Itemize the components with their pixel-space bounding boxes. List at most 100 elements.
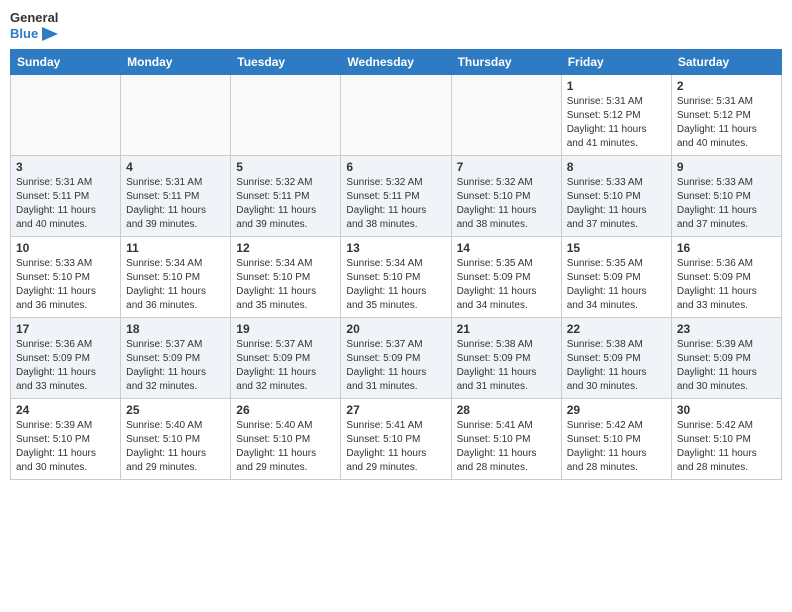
day-info: Sunrise: 5:35 AM Sunset: 5:09 PM Dayligh… xyxy=(567,257,666,313)
day-number: 4 xyxy=(126,160,225,174)
calendar-week-row: 17 Sunrise: 5:36 AM Sunset: 5:09 PM Dayli… xyxy=(11,318,782,399)
day-info: Sunrise: 5:34 AM Sunset: 5:10 PM Dayligh… xyxy=(346,257,445,313)
day-info: Sunrise: 5:39 AM Sunset: 5:09 PM Dayligh… xyxy=(677,338,776,394)
calendar-day-cell: 7 Sunrise: 5:32 AM Sunset: 5:10 PM Daylig… xyxy=(451,156,561,237)
calendar-day-cell xyxy=(451,75,561,156)
day-info: Sunrise: 5:33 AM Sunset: 5:10 PM Dayligh… xyxy=(16,257,115,313)
day-info: Sunrise: 5:38 AM Sunset: 5:09 PM Dayligh… xyxy=(567,338,666,394)
day-info: Sunrise: 5:40 AM Sunset: 5:10 PM Dayligh… xyxy=(126,419,225,475)
calendar-day-cell: 28Sunrise: 5:41 AM Sunset: 5:10 PM Dayli… xyxy=(451,399,561,480)
calendar-day-cell: 26Sunrise: 5:40 AM Sunset: 5:10 PM Dayli… xyxy=(231,399,341,480)
day-number: 6 xyxy=(346,160,445,174)
day-info: Sunrise: 5:36 AM Sunset: 5:09 PM Dayligh… xyxy=(677,257,776,313)
col-header-wednesday: Wednesday xyxy=(341,50,451,75)
day-info: Sunrise: 5:31 AM Sunset: 5:11 PM Dayligh… xyxy=(16,176,115,232)
day-info: Sunrise: 5:32 AM Sunset: 5:11 PM Dayligh… xyxy=(236,176,335,232)
calendar-day-cell: 14 Sunrise: 5:35 AM Sunset: 5:09 PM Dayli… xyxy=(451,237,561,318)
day-number: 28 xyxy=(457,403,556,417)
day-number: 29 xyxy=(567,403,666,417)
calendar-day-cell xyxy=(11,75,121,156)
calendar-day-cell: 24Sunrise: 5:39 AM Sunset: 5:10 PM Dayli… xyxy=(11,399,121,480)
calendar-day-cell: 16 Sunrise: 5:36 AM Sunset: 5:09 PM Dayli… xyxy=(671,237,781,318)
day-number: 25 xyxy=(126,403,225,417)
calendar-day-cell: 6 Sunrise: 5:32 AM Sunset: 5:11 PM Daylig… xyxy=(341,156,451,237)
calendar-day-cell: 27Sunrise: 5:41 AM Sunset: 5:10 PM Dayli… xyxy=(341,399,451,480)
calendar-day-cell: 9 Sunrise: 5:33 AM Sunset: 5:10 PM Daylig… xyxy=(671,156,781,237)
calendar-day-cell: 10Sunrise: 5:33 AM Sunset: 5:10 PM Dayli… xyxy=(11,237,121,318)
day-number: 11 xyxy=(126,241,225,255)
calendar-day-cell: 3Sunrise: 5:31 AM Sunset: 5:11 PM Daylig… xyxy=(11,156,121,237)
day-number: 27 xyxy=(346,403,445,417)
day-info: Sunrise: 5:36 AM Sunset: 5:09 PM Dayligh… xyxy=(16,338,115,394)
day-number: 13 xyxy=(346,241,445,255)
day-info: Sunrise: 5:34 AM Sunset: 5:10 PM Dayligh… xyxy=(126,257,225,313)
day-number: 17 xyxy=(16,322,115,336)
day-number: 8 xyxy=(567,160,666,174)
day-info: Sunrise: 5:35 AM Sunset: 5:09 PM Dayligh… xyxy=(457,257,556,313)
calendar-day-cell: 1 Sunrise: 5:31 AM Sunset: 5:12 PM Daylig… xyxy=(561,75,671,156)
day-info: Sunrise: 5:31 AM Sunset: 5:12 PM Dayligh… xyxy=(677,95,776,151)
calendar-day-cell: 25 Sunrise: 5:40 AM Sunset: 5:10 PM Dayli… xyxy=(121,399,231,480)
day-number: 15 xyxy=(567,241,666,255)
day-number: 16 xyxy=(677,241,776,255)
day-number: 14 xyxy=(457,241,556,255)
calendar-day-cell xyxy=(121,75,231,156)
day-info: Sunrise: 5:31 AM Sunset: 5:12 PM Dayligh… xyxy=(567,95,666,151)
day-number: 19 xyxy=(236,322,335,336)
day-info: Sunrise: 5:32 AM Sunset: 5:10 PM Dayligh… xyxy=(457,176,556,232)
calendar-day-cell: 13 Sunrise: 5:34 AM Sunset: 5:10 PM Dayli… xyxy=(341,237,451,318)
day-number: 1 xyxy=(567,79,666,93)
calendar-day-cell xyxy=(231,75,341,156)
day-info: Sunrise: 5:34 AM Sunset: 5:10 PM Dayligh… xyxy=(236,257,335,313)
calendar-day-cell: 4 Sunrise: 5:31 AM Sunset: 5:11 PM Daylig… xyxy=(121,156,231,237)
calendar-day-cell: 5 Sunrise: 5:32 AM Sunset: 5:11 PM Daylig… xyxy=(231,156,341,237)
day-info: Sunrise: 5:33 AM Sunset: 5:10 PM Dayligh… xyxy=(567,176,666,232)
calendar-day-cell: 29 Sunrise: 5:42 AM Sunset: 5:10 PM Dayli… xyxy=(561,399,671,480)
calendar-week-row: 3Sunrise: 5:31 AM Sunset: 5:11 PM Daylig… xyxy=(11,156,782,237)
calendar-day-cell: 17 Sunrise: 5:36 AM Sunset: 5:09 PM Dayli… xyxy=(11,318,121,399)
day-info: Sunrise: 5:37 AM Sunset: 5:09 PM Dayligh… xyxy=(236,338,335,394)
day-number: 20 xyxy=(346,322,445,336)
calendar-day-cell: 8 Sunrise: 5:33 AM Sunset: 5:10 PM Daylig… xyxy=(561,156,671,237)
day-info: Sunrise: 5:33 AM Sunset: 5:10 PM Dayligh… xyxy=(677,176,776,232)
logo: General Blue xyxy=(10,10,58,41)
day-info: Sunrise: 5:42 AM Sunset: 5:10 PM Dayligh… xyxy=(677,419,776,475)
day-number: 5 xyxy=(236,160,335,174)
day-info: Sunrise: 5:31 AM Sunset: 5:11 PM Dayligh… xyxy=(126,176,225,232)
day-number: 21 xyxy=(457,322,556,336)
calendar-day-cell: 21 Sunrise: 5:38 AM Sunset: 5:09 PM Dayli… xyxy=(451,318,561,399)
calendar-day-cell: 19 Sunrise: 5:37 AM Sunset: 5:09 PM Dayli… xyxy=(231,318,341,399)
logo-blue: Blue xyxy=(10,26,58,42)
calendar-day-cell: 15 Sunrise: 5:35 AM Sunset: 5:09 PM Dayli… xyxy=(561,237,671,318)
calendar-week-row: 1 Sunrise: 5:31 AM Sunset: 5:12 PM Daylig… xyxy=(11,75,782,156)
calendar-week-row: 10Sunrise: 5:33 AM Sunset: 5:10 PM Dayli… xyxy=(11,237,782,318)
page-header: General Blue xyxy=(10,10,782,41)
calendar-day-cell: 2 Sunrise: 5:31 AM Sunset: 5:12 PM Daylig… xyxy=(671,75,781,156)
calendar-day-cell: 18Sunrise: 5:37 AM Sunset: 5:09 PM Dayli… xyxy=(121,318,231,399)
col-header-thursday: Thursday xyxy=(451,50,561,75)
logo-triangle-icon xyxy=(42,27,58,41)
day-number: 26 xyxy=(236,403,335,417)
day-number: 18 xyxy=(126,322,225,336)
col-header-tuesday: Tuesday xyxy=(231,50,341,75)
calendar-day-cell: 23Sunrise: 5:39 AM Sunset: 5:09 PM Dayli… xyxy=(671,318,781,399)
day-number: 30 xyxy=(677,403,776,417)
calendar-day-cell: 12 Sunrise: 5:34 AM Sunset: 5:10 PM Dayli… xyxy=(231,237,341,318)
day-number: 7 xyxy=(457,160,556,174)
calendar-day-cell: 30 Sunrise: 5:42 AM Sunset: 5:10 PM Dayli… xyxy=(671,399,781,480)
day-info: Sunrise: 5:32 AM Sunset: 5:11 PM Dayligh… xyxy=(346,176,445,232)
day-info: Sunrise: 5:38 AM Sunset: 5:09 PM Dayligh… xyxy=(457,338,556,394)
day-number: 2 xyxy=(677,79,776,93)
col-header-saturday: Saturday xyxy=(671,50,781,75)
day-number: 22 xyxy=(567,322,666,336)
col-header-friday: Friday xyxy=(561,50,671,75)
day-info: Sunrise: 5:37 AM Sunset: 5:09 PM Dayligh… xyxy=(346,338,445,394)
day-number: 12 xyxy=(236,241,335,255)
calendar-header-row: SundayMondayTuesdayWednesdayThursdayFrid… xyxy=(11,50,782,75)
col-header-sunday: Sunday xyxy=(11,50,121,75)
day-number: 9 xyxy=(677,160,776,174)
day-info: Sunrise: 5:42 AM Sunset: 5:10 PM Dayligh… xyxy=(567,419,666,475)
day-number: 24 xyxy=(16,403,115,417)
calendar-day-cell xyxy=(341,75,451,156)
calendar-day-cell: 22 Sunrise: 5:38 AM Sunset: 5:09 PM Dayli… xyxy=(561,318,671,399)
